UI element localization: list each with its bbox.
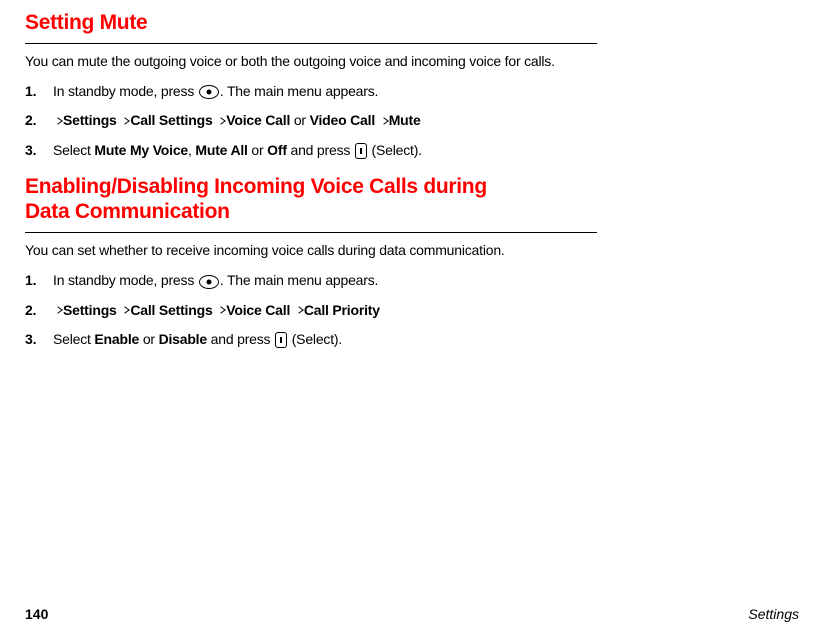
section-enabling-disabling: Enabling/Disabling Incoming Voice Calls …	[25, 174, 799, 349]
step-2: 2. Settings Call Settings Voice Call or …	[25, 110, 597, 130]
chevron-right-icon	[53, 118, 63, 125]
nav-call-priority: Call Priority	[304, 302, 380, 318]
text: (Select).	[368, 142, 422, 158]
step-number: 2.	[25, 300, 53, 320]
step-number: 1.	[25, 81, 53, 101]
step-number: 2.	[25, 110, 53, 130]
option-mute-my-voice: Mute My Voice	[94, 142, 188, 158]
text: Select	[53, 142, 94, 158]
text: Select	[53, 331, 94, 347]
nav-voice-call: Voice Call	[226, 302, 290, 318]
step-number: 3.	[25, 329, 53, 349]
text: In standby mode, press	[53, 83, 198, 99]
divider	[25, 43, 597, 44]
text: . The main menu appears.	[220, 272, 378, 288]
chevron-right-icon	[121, 118, 131, 125]
intro-text: You can mute the outgoing voice or both …	[25, 52, 595, 71]
option-mute-all: Mute All	[195, 142, 247, 158]
step-2: 2. Settings Call Settings Voice Call Cal…	[25, 300, 597, 320]
heading-line2: Data Communication	[25, 200, 230, 223]
step-3: 3. Select Mute My Voice, Mute All or Off…	[25, 140, 597, 160]
text: . The main menu appears.	[220, 83, 378, 99]
text-or: or	[290, 112, 309, 128]
step-1: 1. In standby mode, press . The main men…	[25, 81, 597, 101]
step-list-2: 1. In standby mode, press . The main men…	[25, 270, 597, 349]
chevron-right-icon	[216, 307, 226, 314]
text: and press	[287, 142, 354, 158]
chevron-right-icon	[121, 307, 131, 314]
nav-voice-call: Voice Call	[226, 112, 290, 128]
nav-settings: Settings	[63, 112, 117, 128]
nav-video-call: Video Call	[310, 112, 375, 128]
divider	[25, 232, 597, 233]
page-footer: 140 Settings	[25, 606, 799, 622]
step-content: In standby mode, press . The main menu a…	[53, 270, 597, 290]
step-content: Select Enable or Disable and press (Sele…	[53, 329, 597, 349]
center-button-icon	[199, 85, 219, 99]
text-or: or	[248, 142, 267, 158]
step-content: Settings Call Settings Voice Call Call P…	[53, 300, 597, 320]
chevron-right-icon	[216, 118, 226, 125]
chevron-right-icon	[294, 307, 304, 314]
step-1: 1. In standby mode, press . The main men…	[25, 270, 597, 290]
softkey-icon	[355, 143, 367, 159]
nav-call-settings: Call Settings	[130, 302, 212, 318]
heading-setting-mute: Setting Mute	[25, 10, 799, 35]
step-number: 1.	[25, 270, 53, 290]
step-number: 3.	[25, 140, 53, 160]
text: and press	[207, 331, 274, 347]
heading-enabling-disabling: Enabling/Disabling Incoming Voice Calls …	[25, 174, 799, 224]
step-content: Select Mute My Voice, Mute All or Off an…	[53, 140, 597, 160]
step-content: In standby mode, press . The main menu a…	[53, 81, 597, 101]
text: In standby mode, press	[53, 272, 198, 288]
text: (Select).	[288, 331, 342, 347]
step-3: 3. Select Enable or Disable and press (S…	[25, 329, 597, 349]
step-list-1: 1. In standby mode, press . The main men…	[25, 81, 597, 160]
option-enable: Enable	[94, 331, 139, 347]
chevron-right-icon	[53, 307, 63, 314]
section-setting-mute: Setting Mute You can mute the outgoing v…	[25, 10, 799, 160]
nav-call-settings: Call Settings	[130, 112, 212, 128]
text-or: or	[139, 331, 158, 347]
nav-settings: Settings	[63, 302, 117, 318]
step-content: Settings Call Settings Voice Call or Vid…	[53, 110, 597, 130]
option-off: Off	[267, 142, 287, 158]
option-disable: Disable	[159, 331, 207, 347]
center-button-icon	[199, 275, 219, 289]
heading-line1: Enabling/Disabling Incoming Voice Calls …	[25, 175, 487, 198]
nav-mute: Mute	[389, 112, 421, 128]
intro-text: You can set whether to receive incoming …	[25, 241, 595, 260]
chevron-right-icon	[379, 118, 389, 125]
page-number: 140	[25, 606, 48, 622]
footer-label: Settings	[748, 606, 799, 622]
softkey-icon	[275, 332, 287, 348]
